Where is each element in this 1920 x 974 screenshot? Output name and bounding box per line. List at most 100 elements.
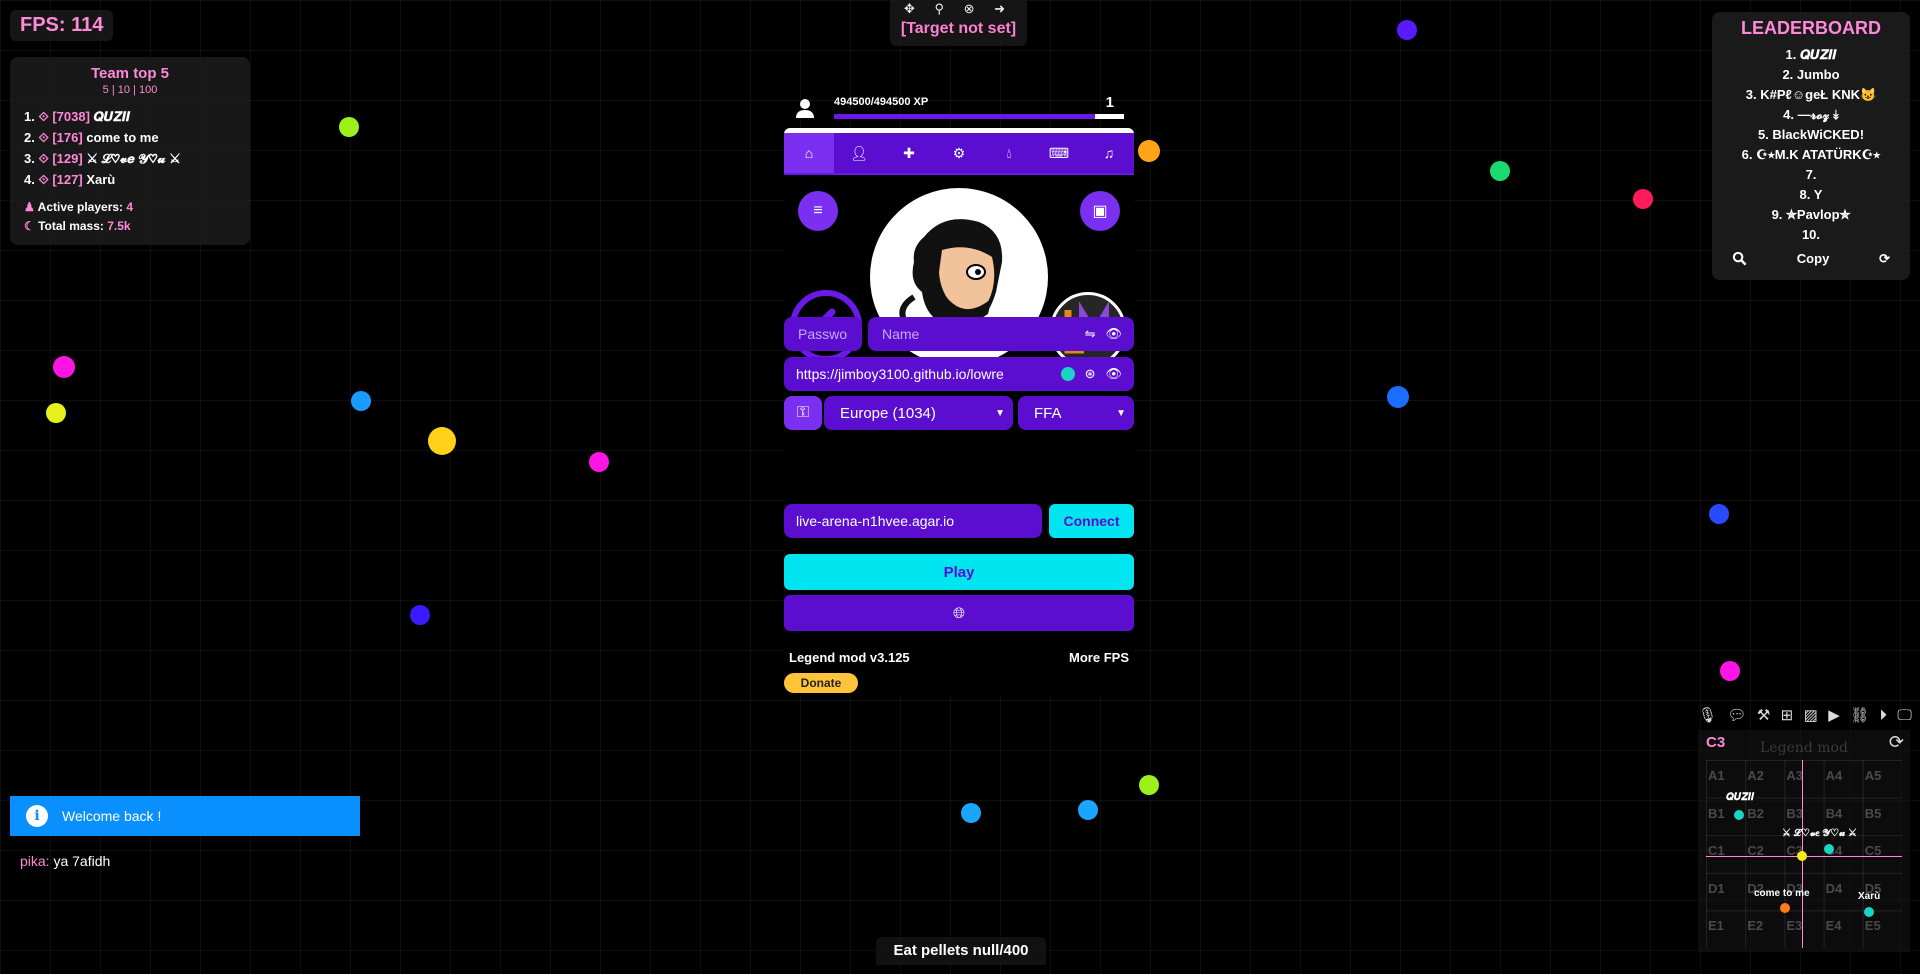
team-icon: ⟐	[38, 151, 49, 166]
tab-home[interactable]: ⌂	[784, 133, 834, 173]
skin-refresh-icon[interactable]: ⊛	[1085, 366, 1096, 382]
more-fps-link[interactable]: More FPS	[1069, 650, 1129, 665]
chat-icon[interactable]: 💬︎	[1727, 706, 1746, 724]
tab-profile[interactable]: 👤︎	[834, 133, 884, 173]
microphone-icon[interactable]: 🎙︎	[1698, 706, 1717, 724]
gallery-button[interactable]: ▣	[1080, 191, 1120, 231]
minimap-player-name: Xarù	[1858, 891, 1881, 902]
play-circle-icon[interactable]: ⏵	[1880, 707, 1888, 724]
image-icon[interactable]: ▨	[1804, 706, 1818, 724]
leaderboard: LEADERBOARD 1. 𝑸𝑼𝒁𝑰𝑰 2. Jumbo 3. K#Pℓ☺ge…	[1712, 12, 1910, 280]
minimap-player-dot	[1864, 907, 1874, 917]
active-players-label: Active players:	[37, 200, 124, 214]
password-input[interactable]	[796, 325, 850, 343]
skin-url-field[interactable]: https://jimboy3100.github.io/lowre ⊛ 👁︎	[784, 357, 1134, 391]
minimap-cell-label: A1	[1708, 768, 1725, 783]
main-menu-panel: ⌂ 👤︎ ✚ ⚙ 💧︎ ⌨ ♫ ≡ ▣ ⇋ 👁︎	[784, 128, 1134, 696]
minimap-self-dot	[1797, 851, 1807, 861]
minimap-player-dot	[1824, 844, 1834, 854]
key-button[interactable]: ⚿	[784, 396, 822, 430]
tab-settings[interactable]: ⚙	[934, 133, 984, 173]
mode-select[interactable]: FFA ▼	[1018, 396, 1134, 430]
search-icon[interactable]	[1732, 251, 1747, 269]
donate-button[interactable]: Donate	[784, 673, 858, 693]
tools-icon[interactable]: ⚒	[1757, 706, 1770, 724]
monitor-icon[interactable]: 🖵︎	[1897, 707, 1911, 724]
team-name: ⚔ 𝓛♡𝓿𝒆 𝓨♡𝓾 ⚔	[86, 151, 181, 166]
target-toolbar-icons[interactable]: ✥ ⚲ ⊗ ➜	[890, 0, 1027, 17]
sitemap-icon[interactable]: ⊞	[1781, 706, 1794, 724]
name-input[interactable]	[880, 325, 1075, 343]
team-name: Xarù	[86, 172, 116, 187]
chevron-down-icon: ▼	[1116, 407, 1126, 419]
xp-bar: 494500/494500 XP 1	[784, 94, 1124, 124]
color-picker-icon[interactable]	[1060, 367, 1075, 381]
pellet	[1139, 775, 1159, 795]
target-label: [Target not set]	[900, 20, 1017, 37]
minimap-cell-label: D1	[1708, 880, 1725, 896]
minimap-player-dot	[1734, 810, 1744, 820]
team-top-filter[interactable]: 5 | 10 | 100	[10, 84, 250, 96]
tab-theme[interactable]: 💧︎	[984, 133, 1034, 173]
team-top-panel: Team top 5 5 | 10 | 100 1. ⟐ [7038] 𝑸𝑼𝒁𝑰…	[10, 57, 250, 245]
minimap-cell-label: E3	[1786, 918, 1803, 934]
welcome-text: Welcome back !	[62, 808, 162, 824]
region-value: Europe (1034)	[840, 404, 936, 422]
xp-text: 494500/494500 XP	[834, 96, 929, 108]
keyboard-icon: ⌨	[1048, 144, 1070, 161]
team-rank: 4.	[24, 172, 35, 187]
eye-icon[interactable]: 👁︎	[1105, 366, 1122, 382]
drop-icon: 💧︎	[1006, 144, 1012, 161]
connect-button[interactable]: Connect	[1049, 504, 1134, 538]
refresh-icon[interactable]: ⟳	[1879, 251, 1890, 269]
xp-progress	[834, 114, 1124, 119]
tab-music[interactable]: ♫	[1084, 133, 1134, 173]
translate-icon[interactable]: ⇋	[1085, 326, 1096, 342]
name-field[interactable]: ⇋ 👁︎	[868, 317, 1134, 351]
gear-icon: ⚙	[952, 144, 966, 161]
skin-url-value[interactable]: https://jimboy3100.github.io/lowre	[796, 366, 1051, 382]
pellet	[1078, 800, 1098, 820]
minimap-cell-label: E5	[1864, 918, 1881, 934]
leaderboard-entry: 3. K#Pℓ☺geŁ KNK😺	[1745, 87, 1877, 102]
minimap-cell-label: D4	[1825, 880, 1843, 896]
team-mass: [176]	[52, 130, 83, 145]
leaderboard-actions: Copy ⟳	[1712, 251, 1910, 269]
leaderboard-list: 1. 𝑸𝑼𝒁𝑰𝑰 2. Jumbo 3. K#Pℓ☺geŁ KNK😺 4. —𝓻…	[1712, 45, 1910, 245]
eye-icon[interactable]: 👁︎	[1105, 326, 1122, 342]
leaderboard-entry: 10.	[1801, 227, 1821, 242]
tab-extensions[interactable]: ✚	[884, 133, 934, 173]
server-field[interactable]: live-arena-n1hvee.agar.io	[784, 504, 1042, 538]
team-mass: [129]	[52, 151, 83, 166]
user-icon: 👤︎	[850, 144, 868, 161]
total-mass-value: 7.5k	[107, 219, 131, 233]
spectate-button[interactable]: 🌐︎	[784, 595, 1134, 631]
region-select[interactable]: Europe (1034) ▼	[824, 396, 1013, 430]
pellet	[410, 605, 430, 625]
youtube-icon[interactable]: ▶	[1828, 706, 1840, 724]
minimap-cell-label: E2	[1747, 918, 1764, 934]
minimap-player-dot	[1780, 903, 1790, 913]
play-button[interactable]: Play	[784, 554, 1134, 590]
leaderboard-entry: 2. Jumbo	[1782, 67, 1840, 82]
tab-hotkeys[interactable]: ⌨	[1034, 133, 1084, 173]
players-icon: ♟	[24, 200, 35, 214]
team-name: come to me	[86, 130, 159, 145]
pellet	[53, 356, 75, 378]
total-mass-row: ☾ Total mass: 7.5k	[24, 217, 250, 236]
pellet	[339, 117, 359, 137]
menu-button[interactable]: ≡	[798, 191, 838, 231]
pellet	[1633, 189, 1653, 209]
binoculars-icon[interactable]: ⛓	[1850, 706, 1869, 724]
info-icon: i	[26, 805, 48, 827]
minimap-cell-label: A4	[1825, 768, 1843, 783]
welcome-notification: i Welcome back !	[10, 796, 360, 836]
password-field[interactable]	[784, 317, 862, 351]
server-value[interactable]: live-arena-n1hvee.agar.io	[796, 513, 954, 529]
menu-tabs: ⌂ 👤︎ ✚ ⚙ 💧︎ ⌨ ♫	[784, 133, 1134, 175]
refresh-icon[interactable]: ⟳	[1889, 732, 1904, 753]
minimap-cell-label: B5	[1864, 805, 1882, 821]
chat-nick: pika:	[20, 853, 50, 869]
copy-button[interactable]: Copy	[1797, 251, 1830, 269]
minimap[interactable]: C3 Legend mod ⟳ A1 A2 A3 A4 A5 B1 B2 B3 B4 B5 C1 C2…	[1698, 730, 1910, 952]
